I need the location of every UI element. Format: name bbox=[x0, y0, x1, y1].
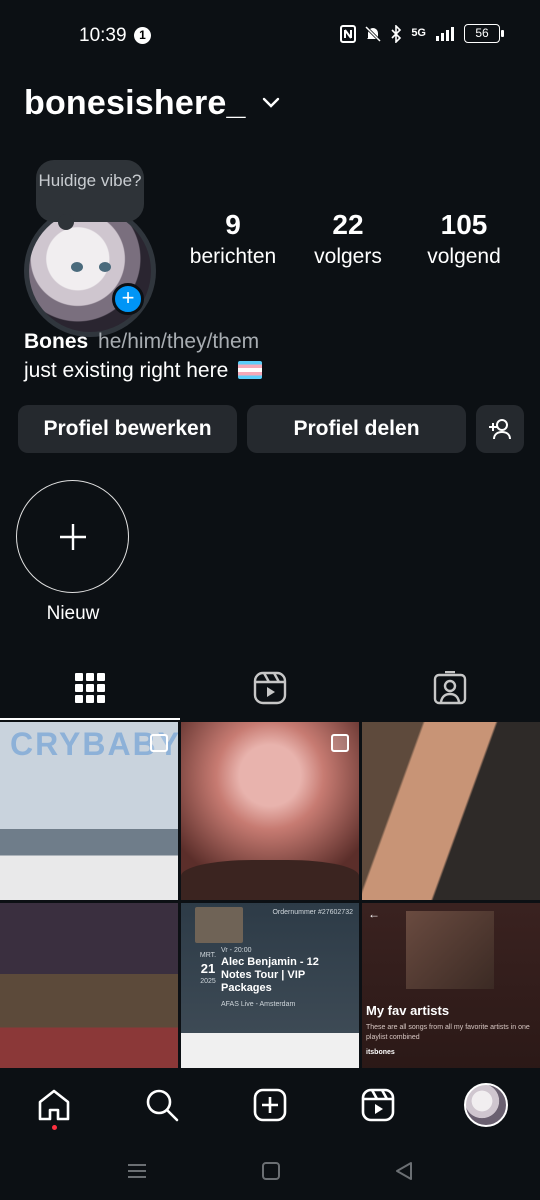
ticket-date: MRT. 21 2025 bbox=[191, 951, 225, 987]
following-stat[interactable]: 105 volgend bbox=[406, 208, 522, 272]
post-thumbnail[interactable]: Ordernummer #27602732 MRT. 21 2025 Vr - … bbox=[181, 903, 359, 1081]
create-post-icon bbox=[253, 1088, 287, 1122]
following-count: 105 bbox=[440, 209, 488, 240]
tagged-person-icon bbox=[433, 671, 467, 705]
post-thumbnail[interactable] bbox=[0, 903, 178, 1081]
playlist-description: These are all songs from all my favorite… bbox=[366, 1024, 530, 1041]
post-image-detail bbox=[181, 860, 359, 900]
search-icon bbox=[146, 1089, 179, 1122]
mute-bell-icon bbox=[365, 25, 382, 42]
home-square-icon[interactable] bbox=[261, 1161, 281, 1181]
followers-stat[interactable]: 22 volgers bbox=[290, 208, 406, 272]
carousel-icon bbox=[150, 734, 168, 752]
display-name-line: Bones he/him/they/them bbox=[24, 328, 262, 356]
display-name: Bones bbox=[24, 330, 89, 353]
ticket-screenshot: Ordernummer #27602732 MRT. 21 2025 Vr - … bbox=[181, 903, 359, 1033]
nfc-icon bbox=[340, 24, 357, 43]
tab-reels[interactable] bbox=[180, 656, 360, 720]
pronouns: he/him/they/them bbox=[98, 330, 260, 353]
back-triangle-icon[interactable] bbox=[394, 1161, 414, 1181]
nav-home[interactable] bbox=[27, 1078, 81, 1132]
plus-icon bbox=[59, 523, 86, 550]
network-label: 5G bbox=[411, 27, 426, 39]
ticket-event: Vr - 20:00 Alec Benjamin - 12 Notes Tour… bbox=[221, 947, 351, 1008]
tab-tagged[interactable] bbox=[360, 656, 540, 720]
ticket-order-number: Ordernummer #27602732 bbox=[272, 909, 353, 916]
add-story-plus-icon[interactable]: + bbox=[112, 283, 144, 315]
new-highlight[interactable]: Nieuw bbox=[16, 480, 130, 625]
bottom-navigation bbox=[0, 1068, 540, 1142]
ticket-weekday: MRT. bbox=[199, 952, 217, 959]
new-highlight-circle[interactable] bbox=[16, 480, 129, 593]
add-person-icon bbox=[489, 419, 511, 440]
profile-avatar[interactable]: + bbox=[24, 205, 156, 337]
post-thumbnail[interactable] bbox=[181, 722, 359, 900]
post-thumbnail[interactable] bbox=[362, 722, 540, 900]
ticket-year: 2025 bbox=[200, 978, 216, 985]
signal-icon bbox=[436, 26, 454, 41]
profile-bio: Bones he/him/they/them just existing rig… bbox=[24, 328, 263, 386]
ticket-title: Alec Benjamin - 12 Notes Tour | VIP Pack… bbox=[221, 956, 319, 994]
post-thumbnail[interactable]: CRYBABY bbox=[0, 722, 178, 900]
username-switcher[interactable]: bonesishere_ bbox=[24, 84, 246, 123]
profile-header: bonesishere_ bbox=[24, 78, 280, 128]
post-thumbnail[interactable]: ← My fav artists These are all songs fro… bbox=[362, 903, 540, 1081]
following-label: volgend bbox=[427, 245, 501, 268]
edit-profile-button[interactable]: Profiel bewerken bbox=[18, 405, 237, 453]
share-profile-button[interactable]: Profiel delen bbox=[247, 405, 466, 453]
posts-count: 9 bbox=[225, 209, 241, 240]
profile-avatar-icon bbox=[464, 1083, 508, 1127]
notification-count-badge: 1 bbox=[134, 27, 151, 44]
nav-create[interactable] bbox=[243, 1078, 297, 1132]
back-arrow-icon: ← bbox=[368, 907, 380, 921]
ticket-photo bbox=[195, 907, 243, 943]
tab-posts-grid[interactable] bbox=[0, 656, 180, 720]
nav-profile[interactable] bbox=[459, 1078, 513, 1132]
ticket-day: 21 bbox=[200, 961, 216, 976]
profile-actions: Profiel bewerken Profiel delen bbox=[18, 405, 524, 453]
reels-icon bbox=[361, 1088, 395, 1122]
profile-stats: 9 berichten 22 volgers 105 volgend bbox=[176, 208, 526, 272]
bluetooth-icon bbox=[391, 24, 402, 43]
ticket-venue: AFAS Live - Amsterdam bbox=[221, 1001, 296, 1008]
home-notification-dot bbox=[52, 1125, 57, 1130]
discover-people-button[interactable] bbox=[476, 405, 524, 453]
playlist-owner: itsbones bbox=[366, 1049, 395, 1056]
trans-flag-emoji bbox=[238, 361, 263, 379]
status-bar: 10:39 1 5G 56 bbox=[0, 0, 540, 72]
followers-label: volgers bbox=[314, 245, 382, 268]
posts-grid: CRYBABY Ordernummer #27602732 MRT. 21 20… bbox=[0, 722, 540, 1081]
chevron-down-icon[interactable] bbox=[262, 97, 280, 109]
followers-count: 22 bbox=[332, 209, 364, 240]
recent-apps-icon[interactable] bbox=[126, 1162, 148, 1180]
reels-icon bbox=[253, 671, 287, 705]
status-icons: 5G 56 bbox=[340, 24, 504, 43]
posts-label: berichten bbox=[189, 245, 277, 268]
profile-tabs bbox=[0, 656, 540, 720]
avatar-ring bbox=[24, 205, 156, 337]
vibe-note-bubble[interactable]: Huidige vibe? bbox=[36, 160, 144, 230]
playlist-cover bbox=[406, 911, 494, 989]
bio-text: just existing right here bbox=[24, 359, 229, 382]
battery-indicator: 56 bbox=[464, 24, 504, 43]
home-icon bbox=[38, 1089, 70, 1121]
new-highlight-label: Nieuw bbox=[46, 603, 100, 624]
system-navigation bbox=[0, 1142, 540, 1200]
nav-reels[interactable] bbox=[351, 1078, 405, 1132]
playlist-title: My fav artists bbox=[366, 1003, 450, 1018]
bio-text-line: just existing right here bbox=[24, 356, 263, 386]
status-time: 10:39 bbox=[79, 25, 127, 46]
nav-search[interactable] bbox=[135, 1078, 189, 1132]
grid-icon bbox=[75, 673, 105, 703]
ticket-time: Vr - 20:00 bbox=[221, 947, 252, 954]
carousel-icon bbox=[331, 734, 349, 752]
posts-stat[interactable]: 9 berichten bbox=[176, 208, 290, 272]
